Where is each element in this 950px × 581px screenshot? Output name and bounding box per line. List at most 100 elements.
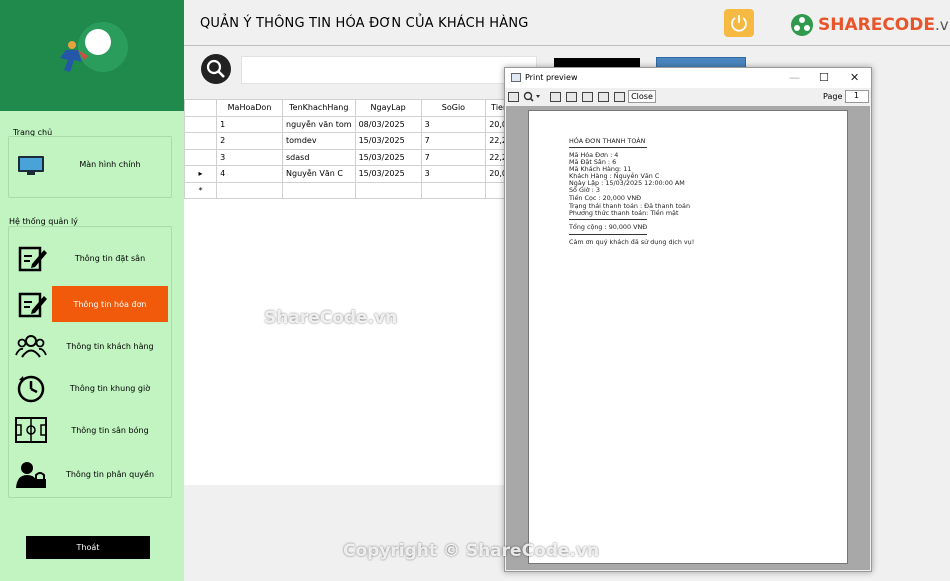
table-cell[interactable]: 7 [420, 148, 487, 166]
app-logo-area [0, 0, 184, 111]
row-header[interactable] [183, 132, 218, 150]
table-row[interactable]: 2 tomdev 15/03/2025 7 22,2 [183, 132, 514, 150]
sidebar-item-label: Màn hình chính [79, 159, 141, 169]
sidebar-item-timeslots[interactable]: Thông tin khung giờ [10, 370, 170, 406]
four-pages-icon[interactable] [598, 92, 609, 102]
player-logo-icon [60, 41, 88, 72]
row-header-corner [183, 99, 218, 117]
watermark-copyright: Copyright © ShareCode.vn [343, 541, 600, 561]
brand-domain: .vn [934, 16, 950, 34]
content-background [184, 485, 514, 581]
users-icon [15, 335, 47, 358]
user-lock-icon [16, 462, 46, 488]
row-header[interactable] [183, 115, 218, 133]
sidebar-item-permissions[interactable]: Thông tin phân quyền [10, 456, 170, 492]
field-icon [15, 417, 47, 443]
page-number-stepper[interactable]: 1 [845, 90, 869, 103]
column-header[interactable]: SoGio [420, 99, 487, 117]
sidebar-item-label: Thông tin hóa đơn [52, 286, 168, 322]
six-pages-icon[interactable] [614, 92, 625, 102]
receipt-divider [569, 234, 647, 235]
table-cell[interactable]: 15/03/2025 [354, 165, 422, 183]
table-cell[interactable]: 1 [216, 115, 283, 133]
sidebar-item-booking[interactable]: Thông tin đặt sân [10, 240, 170, 276]
print-preview-window: Print preview — ☐ ✕ Close Page 1 HÓA ĐƠN… [504, 67, 872, 572]
print-preview-titlebar[interactable]: Print preview — ☐ ✕ [505, 68, 871, 88]
search-icon [206, 59, 225, 78]
one-page-icon[interactable] [550, 92, 561, 102]
brand-name: SHARECODE [818, 15, 935, 35]
power-icon [731, 15, 747, 32]
table-cell[interactable]: sdasd [282, 148, 356, 166]
column-header[interactable]: MaHoaDon [216, 99, 283, 117]
print-preview-window-icon [511, 73, 521, 82]
sidebar: Trang chủ Màn hình chính Hệ thống quản l… [0, 0, 184, 581]
maximize-icon[interactable]: ☐ [819, 71, 829, 84]
close-icon[interactable]: ✕ [850, 71, 859, 84]
search-button[interactable] [201, 54, 231, 84]
watermark-center: ShareCode.vn [264, 308, 398, 328]
table-cell[interactable]: 3 [420, 165, 487, 183]
table-cell[interactable]: 08/03/2025 [354, 115, 422, 133]
table-cell[interactable] [420, 181, 487, 199]
manage-group-title: Hệ thống quản lý [9, 217, 78, 226]
sidebar-item-fields[interactable]: Thông tin sân bóng [10, 412, 170, 448]
table-row[interactable]: ▸ 4 Nguyễn Văn C 15/03/2025 3 20,0 [183, 165, 514, 183]
page-label: Page [823, 92, 843, 101]
table-cell[interactable] [282, 181, 356, 199]
table-cell[interactable]: 15/03/2025 [354, 132, 422, 150]
table-cell[interactable]: tomdev [282, 132, 356, 150]
grid-header-row: MaHoaDon TenKhachHang NgayLap SoGio Tien [183, 99, 514, 117]
sidebar-item-customers[interactable]: Thông tin khách hàng [10, 328, 170, 364]
monitor-icon [18, 156, 44, 175]
receipt-divider [569, 219, 647, 220]
receipt-line: Tiền Cọc : 20,000 VNĐ [569, 194, 642, 202]
table-row[interactable]: 3 sdasd 15/03/2025 7 22,2 [183, 148, 514, 166]
sidebar-item-label: Thông tin khách hàng [66, 341, 154, 351]
sidebar-item-invoice[interactable]: Thông tin hóa đơn [10, 286, 170, 322]
table-cell[interactable]: nguyễn văn tom [282, 115, 356, 133]
row-header[interactable] [183, 148, 218, 166]
table-cell[interactable]: 3 [420, 115, 487, 133]
invoice-grid[interactable]: MaHoaDon TenKhachHang NgayLap SoGio Tien… [183, 99, 514, 485]
column-header[interactable]: NgayLap [354, 99, 422, 117]
exit-button[interactable]: Thoát [26, 536, 150, 559]
two-pages-icon[interactable] [566, 92, 577, 102]
table-cell[interactable]: Nguyễn Văn C [282, 165, 356, 183]
receipt-total: Tổng cộng : 90,000 VNĐ [569, 223, 648, 231]
new-row[interactable]: * [183, 181, 514, 199]
printer-icon[interactable] [508, 92, 519, 102]
current-row-marker[interactable]: ▸ [183, 165, 218, 183]
receipt-line: Phương thức thanh toán: Tiền mặt [569, 209, 679, 217]
edit-icon [18, 246, 47, 272]
search-input[interactable] [241, 56, 537, 84]
print-preview-close-button[interactable]: Close [628, 90, 656, 103]
receipt-page: HÓA ĐƠN THANH TOÁN Mã Hóa Đơn : 4 Mã Đặt… [528, 110, 848, 564]
three-pages-icon[interactable] [582, 92, 593, 102]
zoom-icon[interactable] [522, 91, 542, 103]
print-preview-canvas[interactable]: HÓA ĐƠN THANH TOÁN Mã Hóa Đơn : 4 Mã Đặt… [506, 106, 870, 570]
receipt-divider [569, 147, 647, 148]
sharecode-logo-icon [791, 14, 813, 36]
table-cell[interactable] [216, 181, 283, 199]
table-cell[interactable]: 4 [216, 165, 283, 183]
print-preview-toolbar: Close Page 1 [505, 88, 871, 106]
sidebar-item-label: Thông tin phân quyền [65, 469, 155, 479]
receipt-thanks: Cảm ơn quý khách đã sử dụng dịch vụ! [569, 238, 695, 246]
sidebar-item-home[interactable]: Màn hình chính [10, 146, 170, 182]
minimize-icon[interactable]: — [789, 71, 800, 84]
clock-icon [17, 375, 45, 403]
page-title: QUẢN Ý THÔNG TIN HÓA ĐƠN CỦA KHÁCH HÀNG [200, 16, 529, 31]
table-cell[interactable] [354, 181, 422, 199]
sidebar-item-label: Thông tin khung giờ [69, 383, 151, 393]
print-preview-title: Print preview [525, 73, 578, 82]
table-cell[interactable]: 15/03/2025 [354, 148, 422, 166]
logout-button[interactable] [724, 9, 754, 37]
edit-icon [18, 292, 47, 318]
table-cell[interactable]: 2 [216, 132, 283, 150]
table-cell[interactable]: 3 [216, 148, 283, 166]
table-cell[interactable]: 7 [420, 132, 487, 150]
column-header[interactable]: TenKhachHang [282, 99, 356, 117]
new-row-marker[interactable]: * [183, 181, 218, 199]
table-row[interactable]: 1 nguyễn văn tom 08/03/2025 3 20,0 [183, 115, 514, 133]
